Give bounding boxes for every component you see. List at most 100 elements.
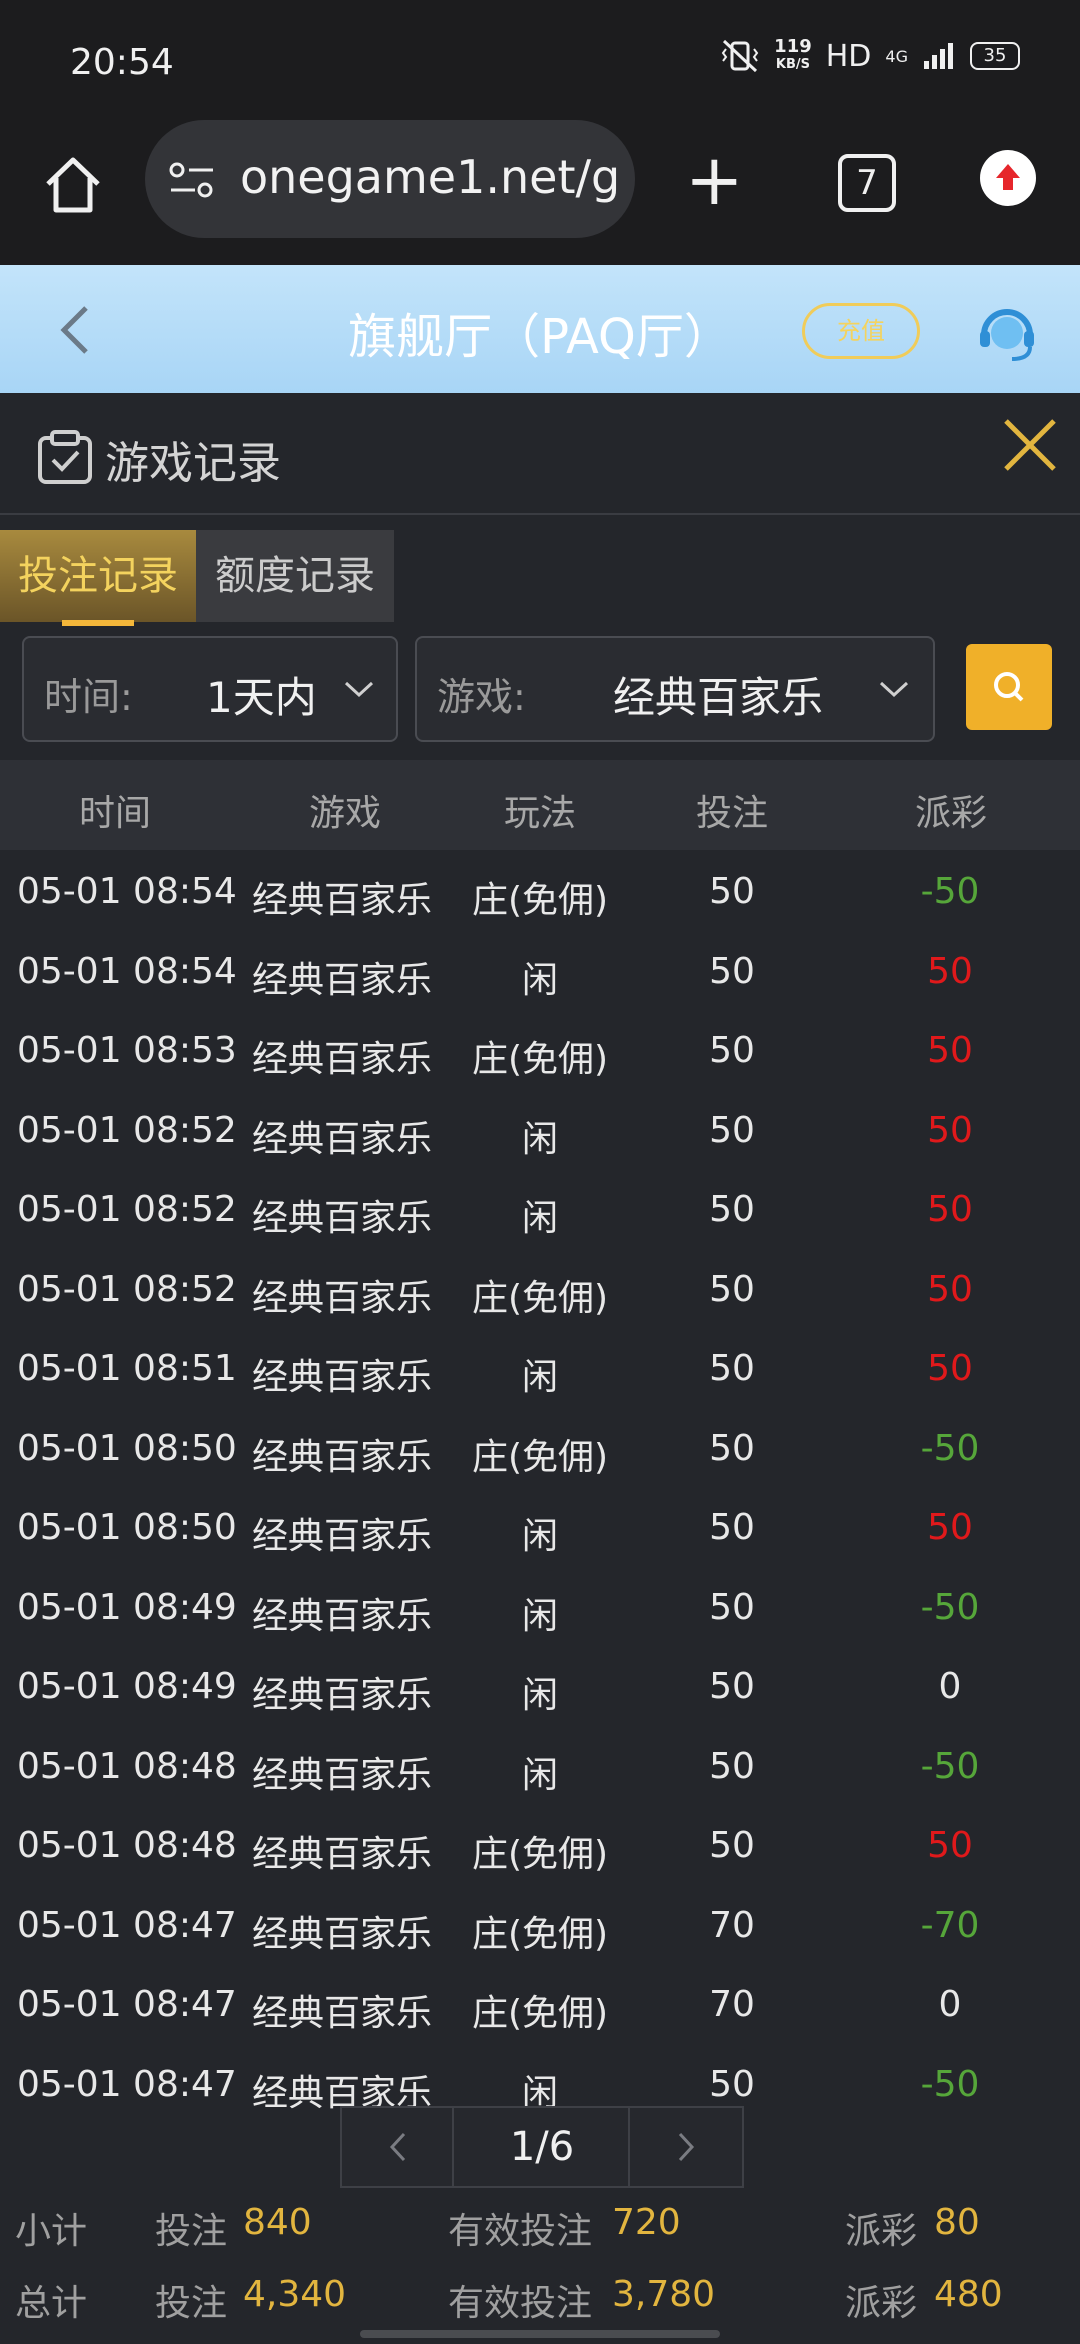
tab-bet-records[interactable]: 投注记录 — [0, 530, 196, 622]
table-row: 05-01 08:49 经典百家乐 闲 50 0 — [0, 1646, 1080, 1725]
cell-time: 05-01 08:49 — [17, 1666, 237, 1707]
game-filter-value: 经典百家乐 — [613, 673, 824, 722]
gesture-bar — [360, 2330, 720, 2338]
cell-bet: 50 — [709, 1268, 755, 1310]
subtotal-valid-label: 有效投注 — [448, 2211, 593, 2252]
tab-credit-records[interactable]: 额度记录 — [196, 530, 394, 622]
cell-payout: 50 — [927, 1507, 973, 1548]
cell-bet: 50 — [709, 871, 755, 912]
cell-play: 庄(免佣) — [471, 1834, 609, 1875]
cell-game: 经典百家乐 — [252, 1516, 433, 1557]
browser-toolbar: onegame1.net/ga + 7 — [0, 120, 1080, 265]
cell-game: 经典百家乐 — [252, 1198, 433, 1239]
subtotal-bet-label: 投注 — [155, 2211, 228, 2252]
cell-time: 05-01 08:50 — [17, 1427, 237, 1469]
table-row: 05-01 08:52 经典百家乐 庄(免佣) 50 50 — [0, 1249, 1080, 1328]
cell-time: 05-01 08:48 — [17, 1825, 237, 1866]
game-filter-label: 游戏: — [437, 675, 526, 719]
cell-payout: -50 — [920, 1586, 980, 1628]
hd-badge: HD — [825, 38, 872, 74]
game-filter-select[interactable]: 游戏: 经典百家乐 — [415, 636, 935, 742]
time-filter-value: 1天内 — [206, 673, 317, 722]
table-row: 05-01 08:48 经典百家乐 闲 50 -50 — [0, 1726, 1080, 1805]
cell-payout: -50 — [920, 871, 980, 912]
cell-play: 闲 — [521, 959, 558, 1001]
cell-time: 05-01 08:47 — [17, 1984, 237, 2025]
cell-bet: 50 — [709, 1666, 755, 1707]
status-bar: 20:54 119 KB/S HD 4G 35 — [0, 0, 1080, 120]
search-icon — [994, 672, 1024, 702]
cell-bet: 50 — [709, 1109, 755, 1151]
cell-time: 05-01 08:52 — [17, 1189, 237, 1230]
col-header-bet: 投注 — [695, 793, 768, 834]
battery-icon: 35 — [970, 42, 1020, 70]
table-row: 05-01 08:52 经典百家乐 闲 50 50 — [0, 1090, 1080, 1169]
table-row: 05-01 08:50 经典百家乐 闲 50 50 — [0, 1487, 1080, 1566]
cell-bet: 70 — [709, 1984, 755, 2025]
new-tab-icon[interactable]: + — [685, 145, 744, 215]
cell-time: 05-01 08:47 — [17, 1904, 237, 1946]
cell-payout: -50 — [920, 2063, 980, 2105]
subtotal-payout-value: 80 — [934, 2202, 980, 2243]
cell-time: 05-01 08:47 — [17, 2063, 237, 2105]
cell-play: 闲 — [521, 1754, 558, 1796]
cell-game: 经典百家乐 — [252, 1118, 433, 1160]
site-settings-icon[interactable] — [167, 160, 217, 200]
home-icon[interactable] — [38, 150, 108, 220]
total-label: 总计 — [15, 2283, 88, 2324]
cell-game: 经典百家乐 — [252, 1436, 433, 1478]
cell-game: 经典百家乐 — [252, 959, 433, 1001]
total-payout-value: 480 — [934, 2274, 1003, 2315]
cell-play: 庄(免佣) — [471, 880, 609, 921]
table-row: 05-01 08:51 经典百家乐 闲 50 50 — [0, 1328, 1080, 1407]
cell-bet: 50 — [709, 1189, 755, 1230]
cell-bet: 50 — [709, 1030, 755, 1071]
table-row: 05-01 08:53 经典百家乐 庄(免佣) 50 50 — [0, 1010, 1080, 1089]
cell-play: 庄(免佣) — [471, 1913, 609, 1955]
customer-service-icon[interactable] — [972, 297, 1042, 367]
col-header-payout: 派彩 — [914, 793, 987, 834]
cell-payout: 50 — [927, 1189, 973, 1230]
cell-game: 经典百家乐 — [252, 1993, 433, 2034]
cell-payout: 50 — [927, 950, 973, 992]
tab-switcher-button[interactable]: 7 — [838, 154, 896, 212]
cell-bet: 50 — [709, 950, 755, 992]
close-icon[interactable] — [1000, 415, 1060, 475]
cell-play: 庄(免佣) — [471, 1436, 609, 1478]
update-icon[interactable] — [980, 150, 1036, 206]
tab-active-indicator — [62, 620, 134, 626]
cell-payout: 50 — [927, 1268, 973, 1310]
cell-time: 05-01 08:48 — [17, 1745, 237, 1787]
panel-title: 游戏记录 — [105, 438, 281, 489]
subtotal-row: 小计 投注 840 有效投注 720 派彩 80 — [0, 2202, 1080, 2272]
address-bar[interactable]: onegame1.net/ga — [145, 120, 635, 238]
chevron-down-icon — [344, 681, 374, 698]
cell-time: 05-01 08:52 — [17, 1109, 237, 1151]
cell-payout: -50 — [920, 1427, 980, 1469]
subtotal-bet-value: 840 — [243, 2202, 312, 2243]
chevron-down-icon — [879, 681, 909, 698]
table-row: 05-01 08:47 经典百家乐 庄(免佣) 70 0 — [0, 1964, 1080, 2043]
cell-play: 庄(免佣) — [471, 1277, 609, 1319]
net-speed: 119 KB/S — [774, 36, 812, 73]
cell-game: 经典百家乐 — [252, 1834, 433, 1875]
chevron-left-icon — [389, 2132, 406, 2162]
url-text: onegame1.net/ga — [240, 150, 620, 204]
search-button[interactable] — [966, 644, 1052, 730]
time-filter-select[interactable]: 时间: 1天内 — [22, 636, 398, 742]
recharge-button[interactable]: 充值 — [802, 303, 920, 359]
chevron-right-icon — [678, 2132, 695, 2162]
cell-payout: 50 — [927, 1825, 973, 1866]
table-row: 05-01 08:49 经典百家乐 闲 50 -50 — [0, 1567, 1080, 1646]
table-row: 05-01 08:48 经典百家乐 庄(免佣) 50 50 — [0, 1805, 1080, 1884]
table-row: 05-01 08:54 经典百家乐 庄(免佣) 50 -50 — [0, 851, 1080, 930]
total-valid-label: 有效投注 — [448, 2283, 593, 2324]
cell-payout: 50 — [927, 1348, 973, 1389]
next-page-button[interactable] — [628, 2106, 744, 2188]
table-row: 05-01 08:54 经典百家乐 闲 50 50 — [0, 931, 1080, 1010]
prev-page-button[interactable] — [340, 2106, 456, 2188]
col-header-game: 游戏 — [308, 793, 381, 834]
cell-bet: 50 — [709, 1825, 755, 1866]
total-bet-label: 投注 — [155, 2283, 228, 2324]
status-icons: 119 KB/S HD 4G 35 — [720, 38, 1020, 74]
